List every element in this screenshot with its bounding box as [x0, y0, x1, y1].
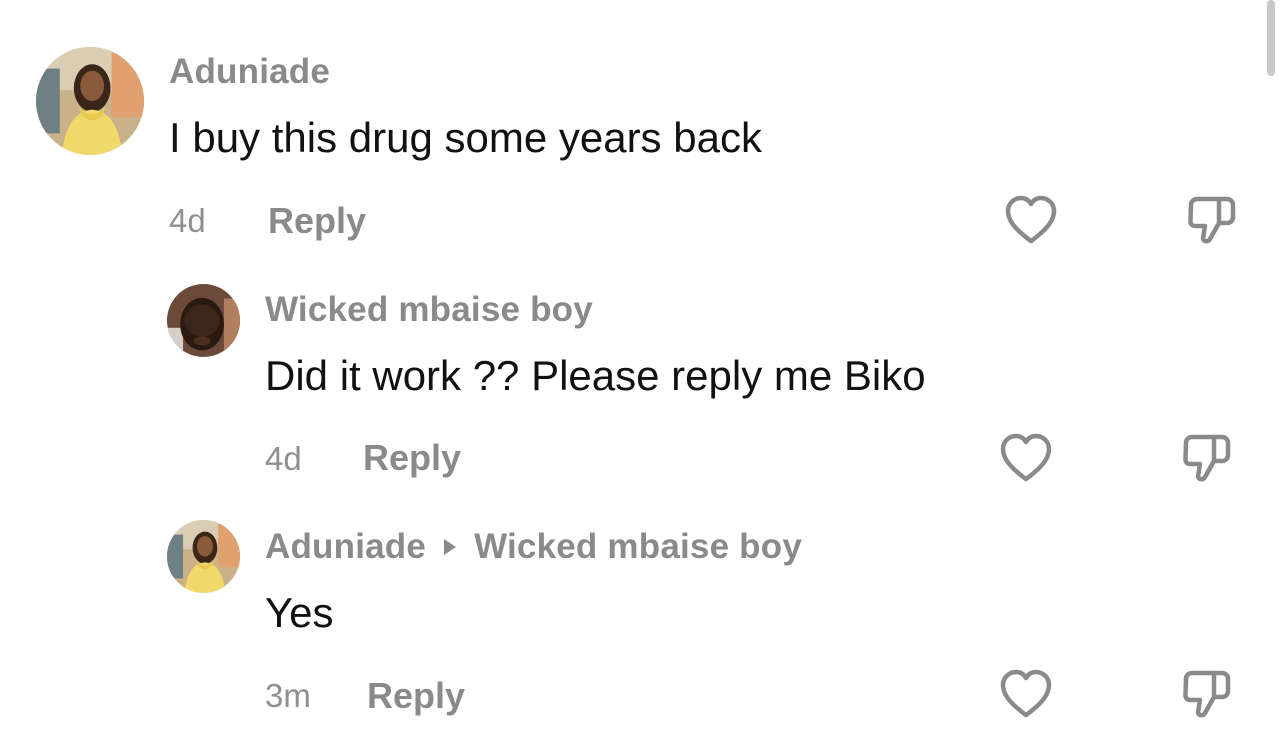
comment-thread: Aduniade I buy this drug some years back…: [0, 0, 1284, 744]
heart-outline-icon: [1005, 195, 1057, 244]
man-portrait-avatar-icon: [167, 284, 240, 357]
comment-timestamp: 4d: [169, 202, 206, 239]
like-button[interactable]: [998, 667, 1054, 723]
reply-button[interactable]: Reply: [268, 200, 366, 242]
scrollbar[interactable]: [1267, 0, 1275, 76]
reply-button[interactable]: Reply: [367, 675, 465, 717]
comment-text: Did it work ?? Please reply me Biko: [265, 352, 926, 399]
thumbs-down-outline-icon: [1188, 196, 1236, 244]
comment-username[interactable]: Aduniade: [265, 527, 426, 566]
avatar[interactable]: [167, 520, 240, 593]
avatar[interactable]: [36, 47, 144, 155]
comment-text: I buy this drug some years back: [169, 114, 762, 161]
dislike-button[interactable]: [1178, 667, 1234, 723]
comment-timestamp: 3m: [265, 677, 311, 714]
like-button[interactable]: [1003, 193, 1059, 249]
triangle-right-icon: [444, 539, 457, 556]
comment-timestamp: 4d: [265, 440, 302, 477]
comment-username-line: Aduniade Wicked mbaise boy: [265, 527, 802, 567]
thumbs-down-outline-icon: [1183, 434, 1231, 482]
woman-yellow-dress-avatar-icon: [36, 47, 144, 155]
comment-username[interactable]: Aduniade: [169, 52, 330, 92]
dislike-button[interactable]: [1178, 431, 1234, 487]
woman-yellow-dress-avatar-icon: [167, 520, 240, 593]
heart-outline-icon: [1000, 433, 1052, 482]
comment-username[interactable]: Wicked mbaise boy: [265, 290, 593, 330]
thumbs-down-outline-icon: [1183, 670, 1231, 718]
avatar[interactable]: [167, 284, 240, 357]
reply-button[interactable]: Reply: [363, 437, 461, 479]
like-button[interactable]: [998, 431, 1054, 487]
heart-outline-icon: [1000, 669, 1052, 718]
reply-to-username[interactable]: Wicked mbaise boy: [474, 527, 802, 566]
comment-text: Yes: [265, 589, 334, 636]
dislike-button[interactable]: [1183, 193, 1239, 249]
